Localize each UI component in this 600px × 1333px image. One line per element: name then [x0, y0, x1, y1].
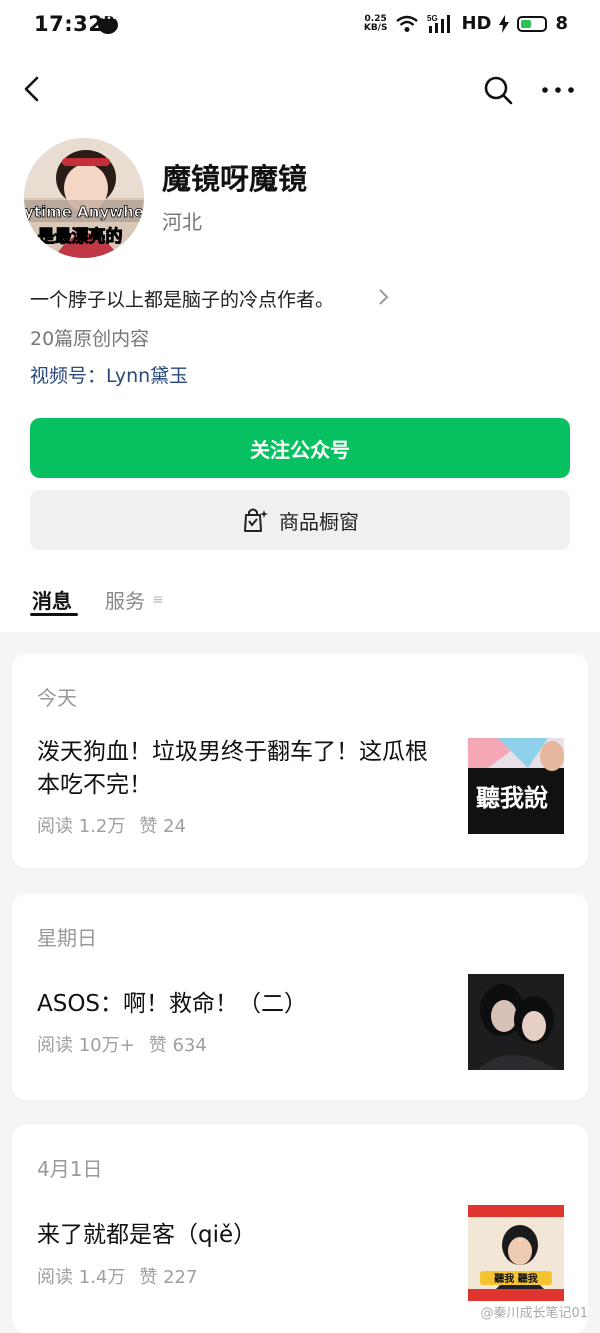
article-stats: 阅读 10万+ 赞 634 — [37, 1031, 207, 1057]
battery-level: 8 — [555, 13, 568, 34]
hd-indicator: HD — [461, 13, 492, 34]
article-title[interactable]: ASOS：啊！救命！（二） — [37, 988, 447, 1021]
article-reads: 阅读 1.4万 — [37, 1267, 126, 1288]
follow-button-label: 关注公众号 — [250, 437, 350, 462]
avatar-caption-1: ytime Anywhe — [24, 203, 144, 221]
article-card[interactable]: 今天 泼天狗血！垃圾男终于翻车了！这瓜根本吃不完！ 阅读 1.2万 赞 24 聽… — [12, 654, 588, 868]
article-stats: 阅读 1.4万 赞 227 — [37, 1263, 197, 1289]
status-time: 17:32 — [34, 12, 104, 36]
account-region: 河北 — [162, 210, 202, 234]
shopping-bag-icon — [244, 508, 268, 532]
tab-messages[interactable]: 消息 — [32, 585, 72, 614]
thumbnail-caption: 聽我 聽我 — [494, 1272, 537, 1285]
back-icon[interactable] — [18, 74, 48, 104]
thumbnail-image: 聽我 聽我 — [468, 1205, 564, 1301]
chat-bubble-icon — [98, 14, 118, 34]
avatar-caption-2: 是最漂亮的 — [38, 226, 123, 247]
article-thumbnail[interactable] — [468, 974, 564, 1070]
signal-icon: 5G — [427, 14, 451, 33]
article-date: 今天 — [37, 686, 77, 710]
article-likes: 赞 24 — [139, 816, 186, 837]
status-bar: 17:32 0.25 KB/S 5G HD — [0, 0, 600, 52]
thumbnail-caption: 聽我說 — [476, 784, 548, 812]
article-stats: 阅读 1.2万 赞 24 — [37, 812, 186, 838]
account-name: 魔镜呀魔镜 — [162, 162, 308, 196]
more-icon[interactable] — [540, 74, 576, 106]
profile-header: 17:32 0.25 KB/S 5G HD — [0, 0, 600, 632]
charging-icon — [499, 14, 510, 33]
watermark-text: @秦川成长笔记01 — [480, 1306, 588, 1321]
tab-services[interactable]: 服务 — [105, 585, 145, 614]
account-bio[interactable]: 一个脖子以上都是脑子的冷点作者。 — [30, 285, 334, 312]
shop-window-label: 商品橱窗 — [279, 509, 359, 534]
battery-icon — [517, 15, 548, 32]
article-thumbnail[interactable]: 聽我說 — [468, 738, 564, 834]
wifi-icon — [396, 15, 419, 32]
follow-button[interactable]: 关注公众号 — [30, 418, 570, 478]
svg-text:5G: 5G — [427, 14, 438, 23]
network-speed: 0.25 KB/S — [363, 13, 388, 33]
thumbnail-image: 聽我說 — [468, 738, 564, 834]
article-thumbnail[interactable]: 聽我 聽我 — [468, 1205, 564, 1301]
watermark: @秦川成长笔记01 — [480, 1302, 588, 1321]
menu-lines-icon[interactable]: ≡ — [152, 592, 164, 608]
shop-window-button[interactable]: 商品橱窗 — [30, 490, 570, 550]
status-indicators: 0.25 KB/S 5G HD 8 — [364, 13, 568, 34]
article-reads: 阅读 10万+ — [37, 1035, 135, 1056]
article-card[interactable]: 星期日 ASOS：啊！救命！（二） 阅读 10万+ 赞 634 — [12, 894, 588, 1100]
article-date: 4月1日 — [37, 1157, 103, 1181]
tab-active-indicator — [30, 613, 78, 616]
article-title[interactable]: 来了就都是客（qiě） — [37, 1219, 447, 1252]
original-count: 20篇原创内容 — [30, 328, 150, 350]
avatar[interactable]: ytime Anywhe 是最漂亮的 — [24, 138, 144, 258]
article-date: 星期日 — [37, 926, 97, 950]
article-likes: 赞 634 — [148, 1035, 207, 1056]
article-title[interactable]: 泼天狗血！垃圾男终于翻车了！这瓜根本吃不完！ — [37, 736, 447, 802]
thumbnail-image — [468, 974, 564, 1070]
chevron-right-icon[interactable] — [377, 288, 391, 306]
video-channel-link[interactable]: 视频号：Lynn黛玉 — [30, 361, 188, 388]
avatar-image: ytime Anywhe 是最漂亮的 — [24, 138, 144, 258]
article-reads: 阅读 1.2万 — [37, 816, 126, 837]
article-likes: 赞 227 — [139, 1267, 198, 1288]
search-icon[interactable] — [482, 74, 514, 106]
